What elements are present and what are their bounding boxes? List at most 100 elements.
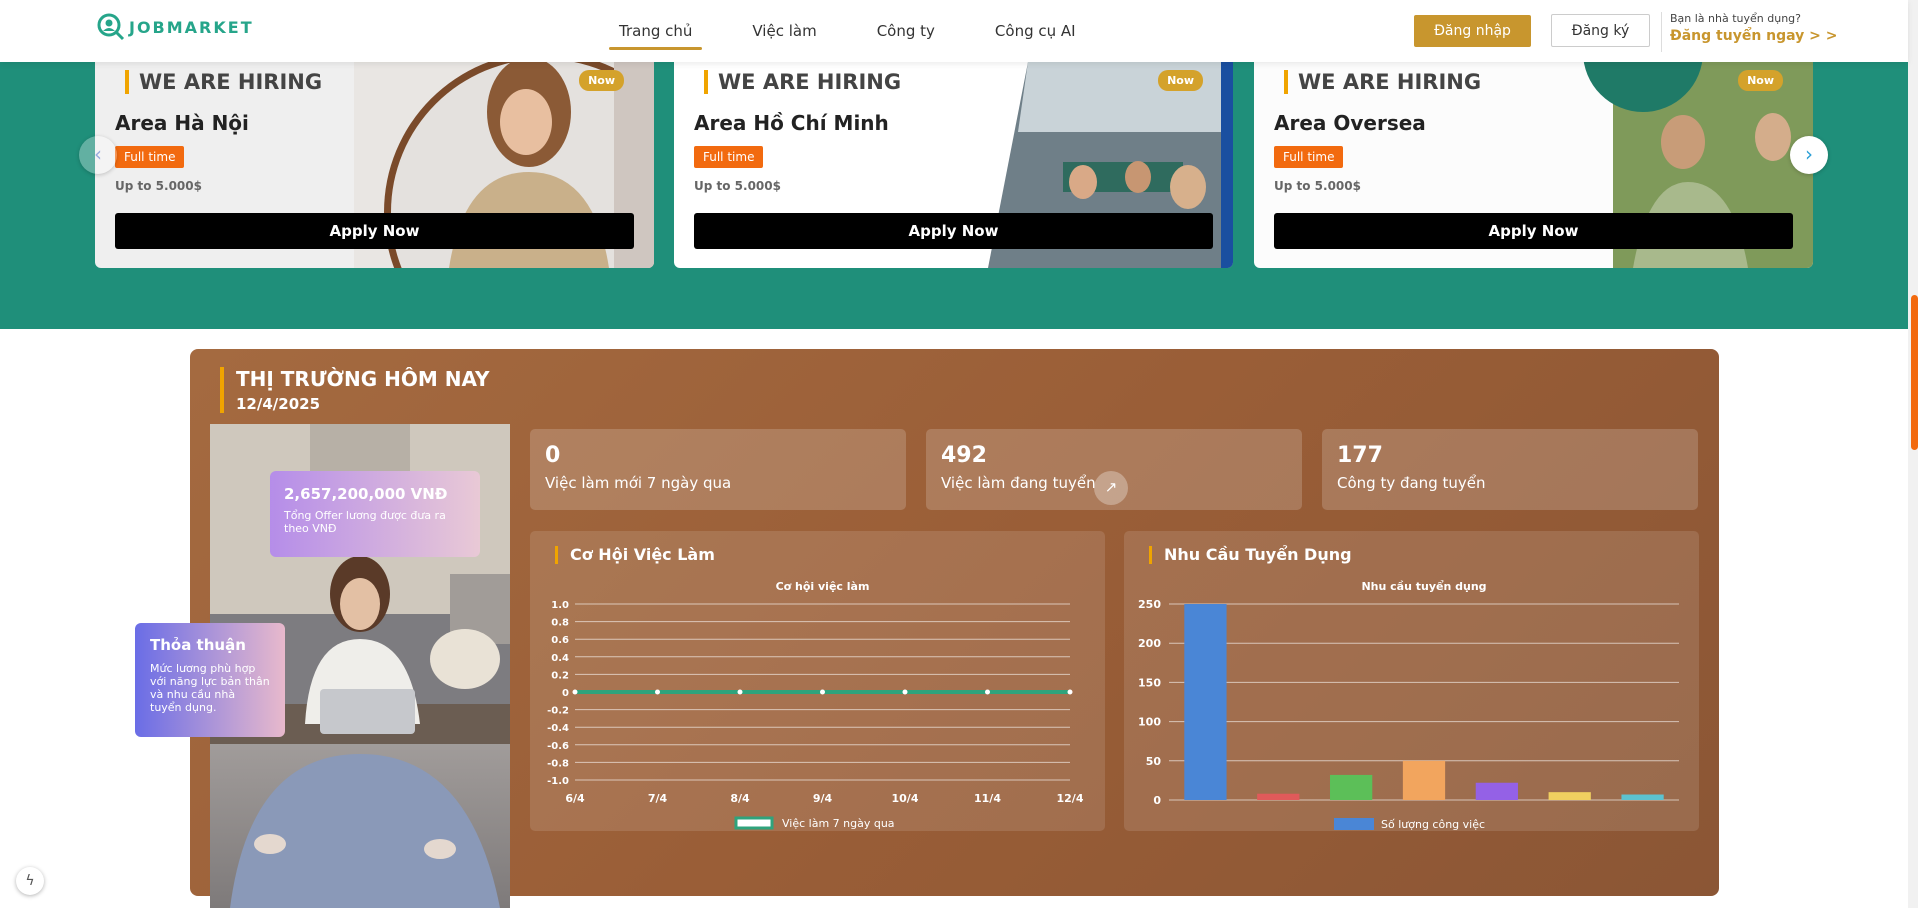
- stat-open-jobs: 492 Việc làm đang tuyển ↗: [926, 429, 1302, 510]
- bar-chart: Nhu cầu tuyển dụng 250 200 150 100 50 0 Số lượn…: [1138, 580, 1679, 831]
- job-card-hanoi: WE ARE HIRING Now Area Hà Nội Full time …: [95, 62, 654, 268]
- data-point: [655, 689, 660, 695]
- data-point: [985, 689, 990, 695]
- y-tick-label: 100: [1138, 716, 1161, 729]
- fulltime-badge: Full time: [115, 146, 185, 168]
- market-date: 12/4/2025: [236, 395, 321, 413]
- x-tick-label: 8/4: [730, 792, 750, 805]
- legend-label: Việc làm 7 ngày qua: [782, 817, 895, 830]
- apply-now-button[interactable]: Apply Now: [115, 213, 634, 249]
- data-point: [737, 689, 743, 695]
- x-tick-label: 7/4: [648, 792, 668, 805]
- area-title: Area Oversea: [1274, 111, 1426, 135]
- job-card-hcm: WE ARE HIRING Now Area Hồ Chí Minh Full …: [674, 62, 1233, 268]
- fulltime-badge: Full time: [694, 146, 764, 168]
- now-badge: Now: [1158, 70, 1203, 91]
- y-tick-label: 0.2: [551, 670, 569, 681]
- negotiable-card: Thỏa thuận Mức lương phù hợp với năng lự…: [135, 623, 285, 737]
- x-tick-label: 9/4: [813, 792, 833, 805]
- data-point: [902, 689, 908, 695]
- market-title: THỊ TRƯỜNG HÔM NAY: [236, 367, 490, 391]
- bar: [1184, 604, 1227, 800]
- bar: [1548, 792, 1591, 800]
- y-tick-label: -0.6: [547, 741, 569, 752]
- bar: [1257, 793, 1300, 800]
- y-tick-label: 0.4: [551, 653, 569, 664]
- y-tick-label: -0.8: [547, 758, 569, 769]
- y-tick-label: -0.4: [547, 723, 569, 734]
- x-tick-label: 11/4: [974, 792, 1001, 805]
- y-tick-label: 200: [1138, 637, 1161, 650]
- x-tick-label: 10/4: [892, 792, 919, 805]
- legend-swatch: [1334, 818, 1374, 830]
- stat-number: 492: [941, 443, 987, 468]
- offer-amount: 2,657,200,000 VNĐ: [284, 485, 448, 503]
- lightning-icon[interactable]: ϟ: [16, 867, 44, 895]
- recruit-demand-chart-card: Nhu Cầu Tuyển Dụng Nhu cầu tuyển dụng 250…: [1124, 531, 1699, 831]
- y-tick-label: 50: [1146, 755, 1162, 768]
- nav-home[interactable]: Trang chủ: [609, 0, 703, 50]
- bar: [1402, 760, 1446, 800]
- bar: [1621, 794, 1664, 800]
- legend-label: Số lượng công việc: [1381, 818, 1485, 831]
- register-button[interactable]: Đăng ký: [1551, 14, 1650, 47]
- y-tick-label: 150: [1138, 676, 1161, 689]
- stat-label: Việc làm mới 7 ngày qua: [545, 474, 732, 492]
- hiring-heading: WE ARE HIRING: [125, 70, 322, 94]
- job-opportunity-chart-card: Cơ Hội Việc Làm Cơ hội việc làm 1.0 0.8 0.6…: [530, 531, 1105, 831]
- y-tick-label: 0: [562, 688, 569, 699]
- scrollbar-thumb[interactable]: [1911, 295, 1918, 450]
- nav-companies[interactable]: Công ty: [867, 0, 945, 50]
- data-point: [572, 689, 578, 695]
- area-title: Area Hồ Chí Minh: [694, 111, 889, 135]
- hiring-heading: WE ARE HIRING: [704, 70, 901, 94]
- carousel-prev-icon[interactable]: ‹: [79, 136, 117, 174]
- legend-swatch: [734, 816, 774, 830]
- x-tick-label: 12/4: [1057, 792, 1084, 805]
- y-tick-label: 0.8: [551, 618, 569, 629]
- apply-now-button[interactable]: Apply Now: [694, 213, 1213, 249]
- salary-text: Up to 5.000$: [1274, 179, 1361, 193]
- salary-text: Up to 5.000$: [115, 179, 202, 193]
- login-button[interactable]: Đăng nhập: [1414, 15, 1531, 47]
- now-badge: Now: [579, 70, 624, 91]
- data-point: [820, 689, 825, 695]
- carousel-next-icon[interactable]: ›: [1790, 136, 1828, 174]
- trending-up-icon: ↗: [1094, 471, 1128, 505]
- post-job-link[interactable]: Đăng tuyển ngay > >: [1670, 28, 1838, 44]
- main-nav: Trang chủ Việc làm Công ty Công cụ AI: [609, 0, 1126, 62]
- nav-ai-tools[interactable]: Công cụ AI: [985, 0, 1086, 50]
- nav-jobs[interactable]: Việc làm: [742, 0, 826, 50]
- y-tick-label: 1.0: [551, 600, 569, 611]
- salary-text: Up to 5.000$: [694, 179, 781, 193]
- top-navbar: JOBMARKET Trang chủ Việc làm Công ty Côn…: [0, 0, 1908, 62]
- line-chart: Cơ hội việc làm 1.0 0.8 0.6 0.4 0.2 0 -0.2 -0.4 -…: [547, 580, 1084, 830]
- hero-carousel: WE ARE HIRING Now Area Hà Nội Full time …: [0, 62, 1908, 329]
- stat-hiring-companies: 177 Công ty đang tuyển: [1322, 429, 1698, 510]
- x-tick-label: 6/4: [565, 792, 585, 805]
- y-tick-label: 0: [1153, 794, 1161, 807]
- stat-new-jobs: 0 Việc làm mới 7 ngày qua: [530, 429, 906, 510]
- offer-summary-card: 2,657,200,000 VNĐ Tổng Offer lương được …: [270, 471, 480, 557]
- hiring-heading: WE ARE HIRING: [1284, 70, 1481, 94]
- apply-now-button[interactable]: Apply Now: [1274, 213, 1793, 249]
- bar: [1330, 774, 1373, 800]
- negotiable-description: Mức lương phù hợp với năng lực bản thân …: [150, 662, 270, 714]
- negotiable-title: Thỏa thuận: [150, 636, 246, 654]
- stat-number: 177: [1337, 443, 1383, 468]
- chart-title: Nhu cầu tuyển dụng: [1361, 580, 1486, 593]
- logo[interactable]: JOBMARKET: [96, 12, 254, 42]
- logo-text: JOBMARKET: [129, 17, 254, 37]
- page-scrollbar[interactable]: [1908, 0, 1918, 908]
- employer-cta: Bạn là nhà tuyển dụng? Đăng tuyển ngay >…: [1661, 12, 1838, 52]
- chart-title: Cơ hội việc làm: [776, 580, 870, 593]
- now-badge: Now: [1738, 70, 1783, 91]
- y-tick-label: -0.2: [547, 706, 569, 717]
- area-title: Area Hà Nội: [115, 111, 249, 135]
- y-tick-label: 250: [1138, 598, 1161, 611]
- logo-search-icon: [96, 12, 126, 42]
- market-title-block: THỊ TRƯỜNG HÔM NAY 12/4/2025: [220, 367, 490, 413]
- fulltime-badge: Full time: [1274, 146, 1344, 168]
- job-card-oversea: WE ARE HIRING Now Area Oversea Full time…: [1254, 62, 1813, 268]
- offer-description: Tổng Offer lương được đưa ra theo VNĐ: [284, 509, 446, 535]
